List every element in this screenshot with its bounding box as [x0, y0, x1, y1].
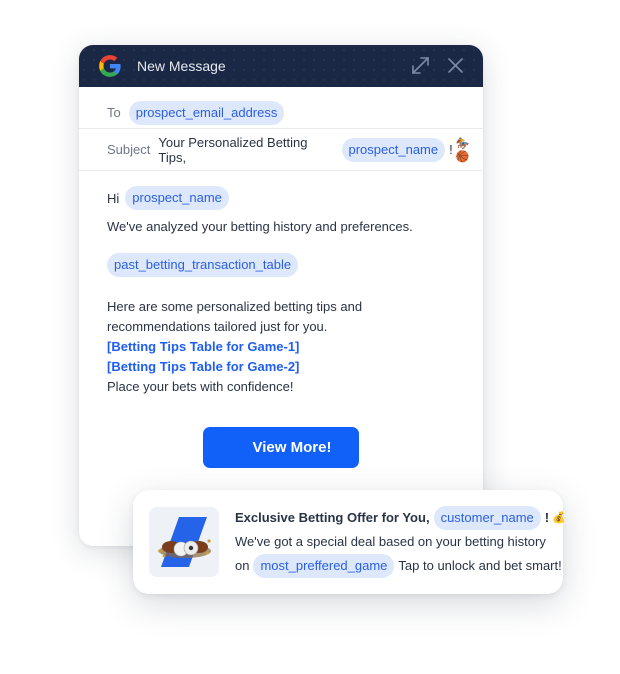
stage: New Message To prospect_email_address Su…	[0, 0, 620, 674]
tips-intro-line2: recommendations tailored just for you.	[107, 319, 328, 334]
money-bag-emoji-icon: 💰	[552, 512, 566, 524]
tips-intro-line1: Here are some personalized betting tips …	[107, 299, 363, 314]
greeting-text: Hi	[107, 190, 120, 206]
notification-title-text: Exclusive Betting Offer for You,	[235, 510, 430, 525]
notification-line2: on most_preffered_game Tap to unlock and…	[235, 554, 566, 578]
notification-line1: We've got a special deal based on your b…	[235, 534, 546, 549]
customer-name-chip[interactable]: customer_name	[433, 506, 541, 530]
subject-text: Your Personalized Betting Tips,	[158, 134, 308, 165]
notification-line2-suffix: Tap to unlock and bet smart!	[398, 558, 562, 573]
google-logo-icon	[99, 55, 121, 77]
greeting-line: Hi prospect_name	[107, 185, 455, 211]
analysis-line: We've analyzed your betting history and …	[107, 219, 413, 234]
expand-icon[interactable]	[411, 56, 430, 75]
notification-line2-prefix: on	[235, 558, 250, 573]
message-body[interactable]: Hi prospect_name We've analyzed your bet…	[79, 171, 483, 468]
closing-line: Place your bets with confidence!	[107, 379, 294, 394]
tips-table-game2-link[interactable]: [Betting Tips Table for Game-2]	[107, 357, 455, 377]
table-placeholder-row: past_betting_transaction_table	[107, 253, 455, 277]
offer-notification-card[interactable]: Exclusive Betting Offer for You, custome…	[133, 490, 566, 594]
notification-title: Exclusive Betting Offer for You, custome…	[235, 506, 566, 530]
compose-titlebar: New Message	[79, 45, 483, 87]
compose-window: New Message To prospect_email_address Su…	[79, 45, 483, 546]
notification-text: Exclusive Betting Offer for You, custome…	[235, 506, 566, 578]
view-more-button[interactable]: View More!	[203, 427, 359, 468]
sports-balls-thumbnail	[149, 507, 219, 577]
to-field-row[interactable]: To prospect_email_address	[79, 87, 483, 129]
subject-field-row[interactable]: Subject Your Personalized Betting Tips, …	[79, 129, 483, 171]
transaction-table-chip[interactable]: past_betting_transaction_table	[107, 253, 299, 277]
subject-name-chip[interactable]: prospect_name	[341, 137, 446, 162]
subject-label: Subject	[107, 142, 151, 157]
tips-table-game1-link[interactable]: [Betting Tips Table for Game-1]	[107, 337, 455, 357]
notification-title-suffix: !	[544, 510, 550, 525]
horse-basketball-emoji-icon: 🏇🏀	[455, 137, 470, 163]
preferred-game-chip[interactable]: most_preffered_game	[253, 554, 395, 578]
subject-suffix: !	[449, 142, 453, 157]
to-label: To	[107, 105, 121, 120]
sports-balls-image-icon	[158, 517, 211, 567]
window-title: New Message	[137, 58, 226, 74]
to-recipient-chip[interactable]: prospect_email_address	[128, 100, 285, 125]
greeting-name-chip[interactable]: prospect_name	[125, 186, 229, 210]
close-icon[interactable]	[448, 58, 463, 73]
